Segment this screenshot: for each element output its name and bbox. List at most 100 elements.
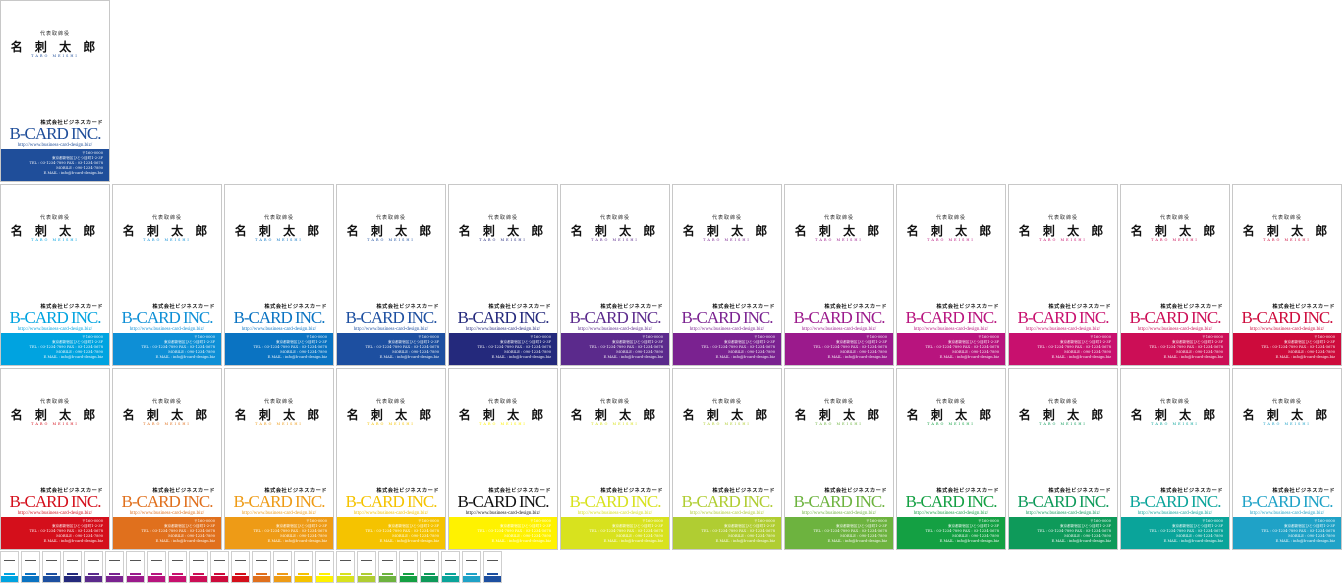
card-name: 名 刺 太 郎 (570, 408, 660, 422)
thumbnail-card-10 (189, 551, 208, 583)
thumbnail-card-11 (210, 551, 229, 583)
card-email: E.MAIL : info@b-card-design.biz (267, 354, 327, 359)
thumbnail-logo-mark (319, 573, 330, 575)
card-title: 代表取締役 (375, 215, 406, 221)
card-name: 名 刺 太 郎 (1130, 224, 1220, 238)
card-url: http://www.business-card-design.biz/ (913, 327, 989, 332)
thumbnail-color-band (274, 576, 291, 582)
row1-card-11: 代表取締役 名 刺 太 郎 TARO MEISHI 株式会社ビジネスカード B-… (1120, 184, 1230, 366)
card-email: E.MAIL : info@b-card-design.biz (827, 354, 887, 359)
card-title: 代表取締役 (375, 399, 406, 405)
card-title: 代表取締役 (1271, 215, 1302, 221)
card-name-roman: TARO MEISHI (1039, 422, 1087, 426)
card-title: 代表取締役 (1047, 215, 1078, 221)
thumbnail-name-mark (130, 560, 141, 561)
thumbnail-name-mark (235, 560, 246, 561)
row1-card-2: 代表取締役 名 刺 太 郎 TARO MEISHI 株式会社ビジネスカード B-… (112, 184, 222, 366)
thumbnail-color-band (127, 576, 144, 582)
thumbnail-name-mark (88, 560, 99, 561)
card-contact-band: 〒160-0000 東京都新宿区ひとつ目町1-2-3F TEL : 03-123… (673, 517, 781, 549)
card-name-roman: TARO MEISHI (367, 238, 415, 242)
card-name-roman: TARO MEISHI (479, 238, 527, 242)
thumbnail-card-23 (462, 551, 481, 583)
card-logo: B-CARD INC. (793, 308, 885, 327)
card-contact-band: 〒160-0000 東京都新宿区ひとつ目町1-2-3F TEL : 03-123… (1009, 517, 1117, 549)
thumbnail-name-mark (256, 560, 267, 561)
thumbnail-color-band (1, 576, 18, 582)
thumbnail-logo-mark (193, 573, 204, 575)
card-email: E.MAIL : info@b-card-design.biz (827, 538, 887, 543)
card-contact-band: 〒160-0000 東京都新宿区ひとつ目町1-2-3F TEL : 03-123… (113, 333, 221, 365)
thumbnail-logo-mark (130, 573, 141, 575)
thumbnail-name-mark (382, 560, 393, 561)
card-name: 名 刺 太 郎 (794, 408, 884, 422)
thumbnail-card-24 (483, 551, 502, 583)
card-name-roman: TARO MEISHI (1039, 238, 1087, 242)
card-email: E.MAIL : info@b-card-design.biz (155, 354, 215, 359)
row1-card-12: 代表取締役 名 刺 太 郎 TARO MEISHI 株式会社ビジネスカード B-… (1232, 184, 1342, 366)
thumbnail-color-band (295, 576, 312, 582)
card-contact-band: 〒160-0000 東京都新宿区ひとつ目町1-2-3F TEL : 03-123… (337, 517, 445, 549)
card-logo: B-CARD INC. (233, 492, 325, 511)
card-name: 名 刺 太 郎 (1242, 224, 1332, 238)
card-contact-band: 〒160-0000 東京都新宿区ひとつ目町1-2-3F TEL : 03-123… (1233, 333, 1341, 365)
card-url: http://www.business-card-design.biz/ (801, 327, 877, 332)
card-email: E.MAIL : info@b-card-design.biz (1163, 354, 1223, 359)
card-email: E.MAIL : info@b-card-design.biz (491, 354, 551, 359)
card-name-roman: TARO MEISHI (31, 54, 79, 58)
thumbnail-color-band (148, 576, 165, 582)
card-name: 名 刺 太 郎 (682, 224, 772, 238)
thumbnail-logo-mark (46, 573, 57, 575)
thumbnail-color-band (379, 576, 396, 582)
card-name-roman: TARO MEISHI (1151, 422, 1199, 426)
thumbnail-color-band (232, 576, 249, 582)
card-title: 代表取締役 (1047, 399, 1078, 405)
thumbnail-card-18 (357, 551, 376, 583)
card-title: 代表取締役 (487, 215, 518, 221)
card-logo: B-CARD INC. (681, 308, 773, 327)
card-name-roman: TARO MEISHI (143, 422, 191, 426)
row1-card-4: 代表取締役 名 刺 太 郎 TARO MEISHI 株式会社ビジネスカード B-… (336, 184, 446, 366)
card-url: http://www.business-card-design.biz/ (1249, 327, 1325, 332)
card-logo: B-CARD INC. (569, 308, 661, 327)
card-url: http://www.business-card-design.biz/ (1137, 511, 1213, 516)
card-name: 名 刺 太 郎 (570, 224, 660, 238)
row1-card-1: 代表取締役 名 刺 太 郎 TARO MEISHI 株式会社ビジネスカード B-… (0, 184, 110, 366)
thumbnail-card-5 (84, 551, 103, 583)
card-contact-band: 〒160-0000 東京都新宿区ひとつ目町1-2-3F TEL : 03-123… (449, 333, 557, 365)
thumbnail-logo-mark (256, 573, 267, 575)
card-contact-band: 〒160-0000 東京都新宿区ひとつ目町1-2-3F TEL : 03-123… (1121, 517, 1229, 549)
card-email: E.MAIL : info@b-card-design.biz (1051, 538, 1111, 543)
thumbnail-name-mark (298, 560, 309, 561)
card-url: http://www.business-card-design.biz/ (913, 511, 989, 516)
thumbnail-color-band (22, 576, 39, 582)
card-logo: B-CARD INC. (457, 492, 549, 511)
thumbnail-logo-mark (382, 573, 393, 575)
card-name: 名 刺 太 郎 (458, 224, 548, 238)
card-url: http://www.business-card-design.biz/ (353, 327, 429, 332)
thumbnail-color-band (253, 576, 270, 582)
thumbnail-name-mark (466, 560, 477, 561)
card-contact-band: 〒160-0000 東京都新宿区ひとつ目町1-2-3F TEL : 03-123… (1121, 333, 1229, 365)
card-name-roman: TARO MEISHI (1263, 422, 1311, 426)
card-email: E.MAIL : info@b-card-design.biz (379, 354, 439, 359)
card-name: 名 刺 太 郎 (794, 224, 884, 238)
thumbnail-name-mark (67, 560, 78, 561)
card-logo: B-CARD INC. (1129, 492, 1221, 511)
card-contact-band: 〒160-0000 東京都新宿区ひとつ目町1-2-3F TEL : 03-123… (1233, 517, 1341, 549)
card-email: E.MAIL : info@b-card-design.biz (1275, 354, 1335, 359)
card-logo: B-CARD INC. (1017, 308, 1109, 327)
card-title: 代表取締役 (711, 215, 742, 221)
card-email: E.MAIL : info@b-card-design.biz (155, 538, 215, 543)
thumbnail-color-band (442, 576, 459, 582)
card-logo: B-CARD INC. (345, 308, 437, 327)
row1-card-9: 代表取締役 名 刺 太 郎 TARO MEISHI 株式会社ビジネスカード B-… (896, 184, 1006, 366)
card-contact-band: 〒160-0000 東京都新宿区ひとつ目町1-2-3F TEL : 03-123… (1009, 333, 1117, 365)
card-url: http://www.business-card-design.biz/ (129, 511, 205, 516)
card-name-roman: TARO MEISHI (479, 422, 527, 426)
thumbnail-name-mark (361, 560, 372, 561)
card-contact-band: 〒160-0000 東京都新宿区ひとつ目町1-2-3F TEL : 03-123… (337, 333, 445, 365)
thumbnail-logo-mark (172, 573, 183, 575)
card-name: 名 刺 太 郎 (122, 408, 212, 422)
row2-card-8: 代表取締役 名 刺 太 郎 TARO MEISHI 株式会社ビジネスカード B-… (784, 368, 894, 550)
